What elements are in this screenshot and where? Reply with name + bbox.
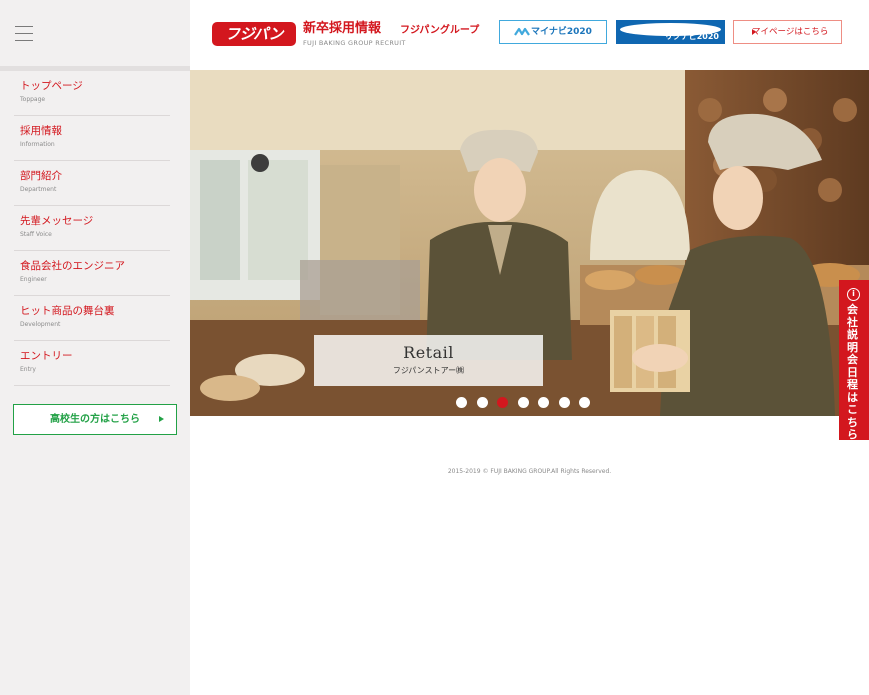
logo-text: フジパン	[225, 25, 283, 43]
sidebar-item-label: トップページ	[20, 80, 83, 92]
slide-caption-title: Retail	[403, 343, 454, 362]
slider-dot[interactable]	[517, 397, 529, 408]
menu-line	[15, 40, 33, 41]
slider-dot[interactable]	[538, 397, 549, 408]
sidebar-item-sublabel: Department	[20, 186, 57, 193]
slider-dot[interactable]	[497, 397, 508, 408]
sidebar-item-staff-voice[interactable]: 先輩メッセージ Staff Voice	[14, 206, 170, 251]
sidebar-item-engineer[interactable]: 食品会社のエンジニア Engineer	[14, 251, 170, 296]
sidebar-item-label: 部門紹介	[20, 170, 62, 182]
sidebar-item-sublabel: Toppage	[20, 96, 46, 103]
sidebar-item-label: ヒット商品の舞台裏	[20, 305, 115, 317]
fujipan-logo[interactable]: フジパン	[212, 22, 296, 46]
hamburger-menu-icon[interactable]	[15, 26, 33, 41]
mynavi-logo-icon	[514, 27, 530, 36]
slide-caption: Retail フジパンストアー㈱	[314, 335, 543, 386]
sidebar-item-entry[interactable]: エントリー Entry	[14, 341, 170, 386]
seminar-schedule-tab[interactable]: i 会社説明会 日程はこちら	[839, 280, 869, 441]
seminar-schedule-label: 会社説明会 日程はこちら	[847, 303, 858, 441]
sidebar-item-toppage[interactable]: トップページ Toppage	[14, 71, 170, 116]
mypage-button[interactable]: マイページはこちら	[733, 20, 842, 44]
menu-line	[15, 26, 33, 27]
sidebar-item-sublabel: Engineer	[20, 276, 47, 283]
slider-dot[interactable]	[558, 397, 570, 408]
menu-line	[15, 33, 33, 34]
sidebar-item-development[interactable]: ヒット商品の舞台裏 Development	[14, 296, 170, 341]
slider-dots	[456, 393, 600, 408]
slider-dot[interactable]	[476, 397, 488, 408]
site-group: フジパングループ	[400, 25, 480, 36]
slider-dot[interactable]	[579, 397, 590, 408]
sidebar-item-department[interactable]: 部門紹介 Department	[14, 161, 170, 206]
mypage-label: マイページはこちら	[752, 27, 829, 37]
slide-caption-subtitle: フジパンストアー㈱	[392, 366, 465, 375]
sidebar-item-sublabel: Entry	[20, 366, 36, 373]
hero-slider[interactable]: Retail フジパンストアー㈱	[190, 70, 869, 416]
sidebar: トップページ Toppage 採用情報 Information 部門紹介 Dep…	[0, 0, 190, 695]
mynavi-button[interactable]: マイナビ2020	[499, 20, 607, 44]
arrow-right-icon	[752, 29, 756, 35]
sidebar-item-sublabel: Development	[20, 321, 61, 328]
site-title: 新卒採用情報	[303, 21, 382, 36]
mynavi-label: マイナビ2020	[531, 27, 592, 37]
sidebar-item-sublabel: Staff Voice	[20, 231, 52, 238]
site-subtitle: FUJI BAKING GROUP RECRUIT	[303, 39, 406, 47]
sidebar-item-label: 採用情報	[20, 125, 62, 137]
sidebar-item-label: 先輩メッセージ	[20, 215, 94, 227]
highschool-button[interactable]: 高校生の方はこちら	[13, 404, 177, 435]
copyright-text: 2015-2019 © FUJI BAKING GROUP.All Rights…	[447, 468, 612, 475]
header: フジパン 新卒採用情報 フジパングループ FUJI BAKING GROUP R…	[190, 0, 869, 66]
highschool-button-label: 高校生の方はこちら	[50, 414, 140, 425]
sidebar-nav: トップページ Toppage 採用情報 Information 部門紹介 Dep…	[0, 71, 190, 386]
rikunabi-label: リクナビ2020	[664, 32, 719, 41]
footer: 2015-2019 © FUJI BAKING GROUP.All Rights…	[190, 467, 869, 476]
sidebar-item-information[interactable]: 採用情報 Information	[14, 116, 170, 161]
page: トップページ Toppage 採用情報 Information 部門紹介 Dep…	[0, 0, 869, 695]
sidebar-item-sublabel: Information	[20, 141, 55, 148]
sidebar-item-label: エントリー	[20, 350, 73, 362]
sidebar-item-label: 食品会社のエンジニア	[20, 260, 125, 272]
rikunabi-button[interactable]: リクナビ2020	[616, 20, 725, 44]
slider-dot[interactable]	[456, 397, 467, 408]
arrow-right-icon	[159, 416, 164, 422]
info-icon: i	[847, 288, 860, 301]
